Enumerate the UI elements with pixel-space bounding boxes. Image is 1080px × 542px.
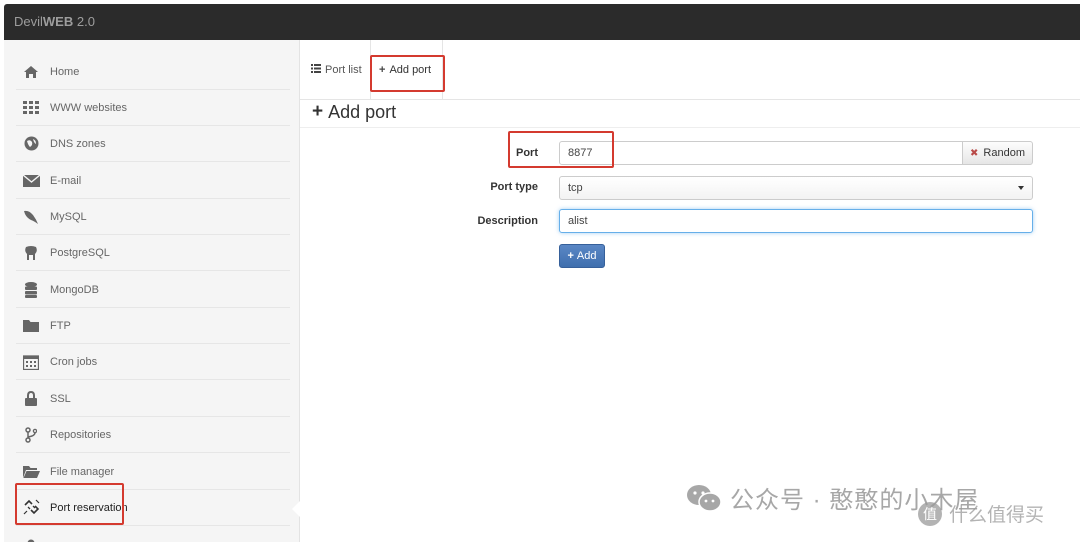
sidebar-item-ftp[interactable]: FTP	[16, 308, 290, 344]
port-input[interactable]: 8877	[559, 141, 963, 165]
sidebar-item-label: MongoDB	[50, 283, 99, 296]
sidebar-item-postgresql[interactable]: PostgreSQL	[16, 235, 290, 271]
sidebar-item-ssl[interactable]: SSL	[16, 381, 290, 417]
watermark-smzdm: 值 什么值得买	[917, 500, 1044, 527]
random-button-label: Random	[983, 147, 1025, 159]
add-port-submit-button[interactable]: + Add	[559, 244, 605, 268]
zhi-badge-icon: 值	[917, 501, 943, 527]
lock-icon	[22, 390, 40, 408]
sidebar-item-label: SSL	[50, 392, 71, 405]
sidebar-item-www-websites[interactable]: WWW websites	[16, 90, 290, 126]
sidebar-item-dns-zones[interactable]: DNS zones	[16, 126, 290, 162]
sidebar-item-label: E-mail	[50, 174, 82, 187]
calendar-icon	[22, 353, 40, 371]
database-icon	[22, 281, 40, 299]
annotation-box-port-reservation	[15, 483, 124, 525]
list-icon	[311, 64, 321, 76]
sidebar-item-label: Repositories	[50, 428, 112, 441]
sidebar-item-label: File manager	[50, 465, 115, 478]
sidebar-item-cron-jobs[interactable]: Cron jobs	[16, 344, 290, 380]
home-icon	[22, 63, 40, 81]
port-type-label: Port type	[490, 181, 538, 193]
description-input[interactable]: alist	[559, 209, 1033, 233]
sidebar-item-label: WWW websites	[50, 101, 127, 114]
grid-icon	[22, 99, 40, 117]
sidebar-item-mongodb[interactable]: MongoDB	[16, 272, 290, 308]
plus-icon: +	[567, 250, 574, 262]
envelope-icon	[22, 172, 40, 190]
caret-down-icon	[1018, 186, 1024, 190]
folder-open-icon	[22, 463, 40, 481]
sidebar-item-label: DNS zones	[50, 137, 106, 150]
title-divider	[300, 127, 1080, 128]
sidebar-item-email[interactable]: E-mail	[16, 163, 290, 199]
sidebar-item-cutoff[interactable]	[16, 527, 290, 542]
wechat-icon	[686, 483, 722, 513]
globe-icon	[22, 135, 40, 153]
close-icon: ✖	[970, 147, 979, 159]
sidebar-item-label: Home	[50, 65, 80, 78]
port-type-value: tcp	[568, 182, 583, 194]
description-input-value: alist	[568, 215, 588, 227]
app-brand[interactable]: DevilWEB 2.0	[14, 14, 95, 29]
tab-port-list-label: Port list	[325, 64, 362, 76]
user-icon	[22, 536, 40, 542]
annotation-box-port-field	[508, 131, 614, 168]
active-nav-pointer	[292, 500, 301, 518]
sidebar-item-mysql[interactable]: MySQL	[16, 199, 290, 235]
top-navbar: DevilWEB 2.0	[4, 4, 1080, 40]
sidebar-item-label: MySQL	[50, 210, 87, 223]
page-title: + Add port	[312, 101, 396, 123]
sidebar-item-label: Cron jobs	[50, 355, 98, 368]
page-title-text: Add port	[328, 101, 397, 122]
random-port-button[interactable]: ✖ Random	[962, 141, 1033, 165]
annotation-box-add-port-tab	[370, 55, 445, 92]
branch-icon	[22, 426, 40, 444]
plus-icon: +	[312, 101, 324, 122]
sidebar: Home WWW websites DNS zones E-mail MySQL	[4, 40, 300, 542]
folder-icon	[22, 317, 40, 335]
add-button-label: Add	[576, 250, 597, 262]
sidebar-item-label: PostgreSQL	[50, 246, 110, 259]
brand-suffix: 2.0	[73, 14, 95, 29]
watermark-line2: 什么值得买	[949, 505, 1045, 526]
brand-bold: WEB	[42, 14, 74, 29]
tab-port-list[interactable]: Port list	[311, 40, 362, 100]
sidebar-item-home[interactable]: Home	[16, 54, 290, 90]
description-label: Description	[477, 215, 538, 227]
sidebar-item-repositories[interactable]: Repositories	[16, 417, 290, 453]
port-type-select[interactable]: tcp	[559, 176, 1033, 200]
screenshot-frame: DevilWEB 2.0 Home WWW websites DNS zones	[0, 0, 1080, 542]
elephant-icon	[22, 244, 40, 262]
brand-prefix: Devil	[14, 14, 43, 29]
svg-text:值: 值	[923, 507, 937, 523]
dolphin-icon	[22, 208, 40, 226]
sidebar-item-label: FTP	[50, 319, 71, 332]
